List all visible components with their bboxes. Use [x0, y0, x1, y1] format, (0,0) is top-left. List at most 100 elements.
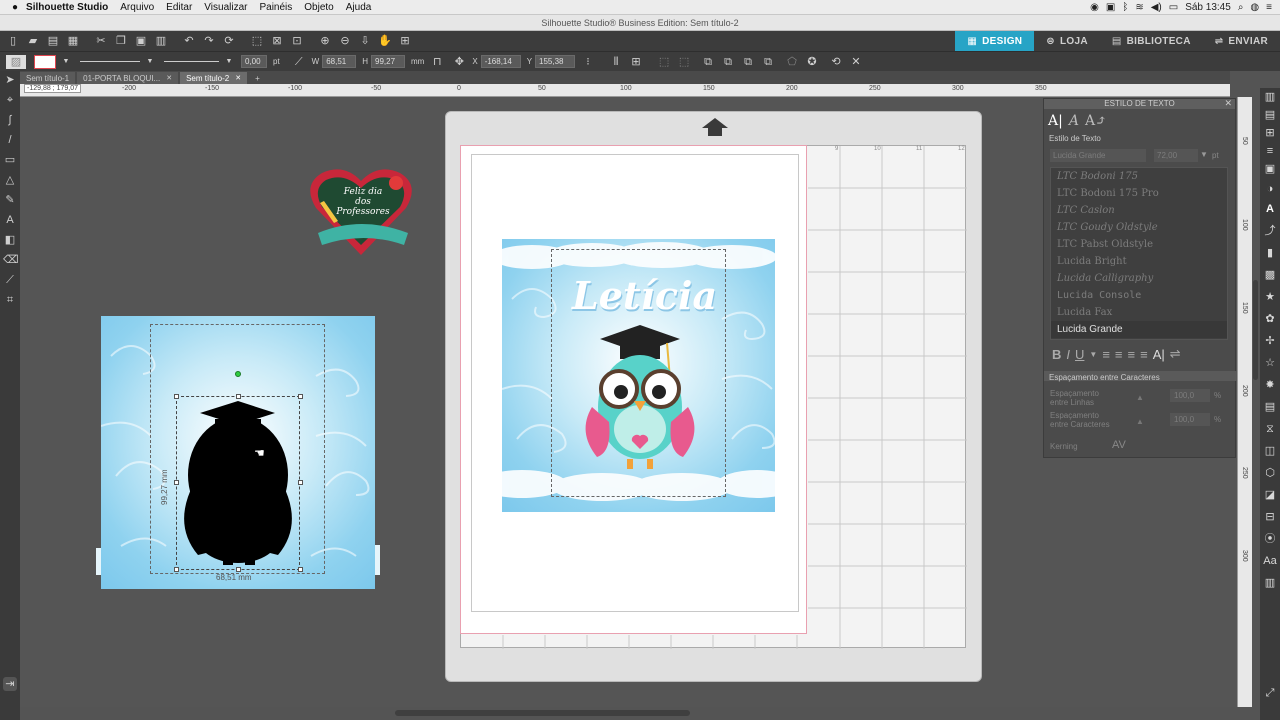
justify-icon[interactable]: ≡: [1140, 347, 1148, 362]
doc-tab-1[interactable]: Sem título-1: [20, 72, 76, 84]
line-tool-icon[interactable]: ⟋: [292, 55, 306, 69]
page-setup-icon[interactable]: ▥: [1263, 90, 1277, 104]
line-color-swatch[interactable]: [34, 54, 56, 69]
star-shape-icon[interactable]: ✪: [805, 55, 819, 69]
close-x-icon[interactable]: ✕: [849, 55, 863, 69]
save-icon[interactable]: ▤: [46, 34, 60, 48]
export-icon[interactable]: ⤢: [1263, 686, 1277, 700]
zoom-out-icon[interactable]: ⊖: [338, 34, 352, 48]
text-style-icon[interactable]: A: [1263, 202, 1277, 216]
list-icon[interactable]: ≡: [1266, 2, 1272, 13]
line-spacing-input[interactable]: 100,0: [1170, 389, 1210, 402]
slider-thumb-icon[interactable]: ▲: [1136, 417, 1144, 426]
replicate-icon[interactable]: ⟲: [829, 55, 843, 69]
deselect-icon[interactable]: ⊠: [270, 34, 284, 48]
font-list-item[interactable]: Lucida Calligraphy: [1051, 270, 1227, 287]
arrange-back-icon[interactable]: ⧉: [721, 55, 735, 69]
move-icon[interactable]: ✥: [452, 55, 466, 69]
font-list-item[interactable]: Lucida Console: [1051, 287, 1227, 304]
select-all-icon[interactable]: ⬚: [250, 34, 264, 48]
offset-icon[interactable]: ◫: [1263, 444, 1277, 458]
close-icon[interactable]: ✕: [235, 74, 241, 82]
resize-handle[interactable]: [174, 394, 179, 399]
delete-icon[interactable]: ▥: [154, 34, 168, 48]
slider-thumb-icon[interactable]: ▲: [1136, 393, 1144, 402]
zoom-in-icon[interactable]: ⊕: [318, 34, 332, 48]
text-flip-icon[interactable]: ⇌: [1170, 346, 1181, 362]
undo-icon[interactable]: ↶: [182, 34, 196, 48]
point-edit-icon[interactable]: ⌖: [3, 93, 17, 107]
fill-pattern-icon[interactable]: ▨: [6, 54, 26, 69]
replicate-panel-icon[interactable]: ✢: [1263, 334, 1277, 348]
menu-editar[interactable]: Editar: [166, 2, 192, 13]
text-style-tab-icon[interactable]: A|: [1048, 113, 1063, 129]
battery-icon[interactable]: ▭: [1169, 2, 1178, 13]
resize-handle[interactable]: [236, 567, 241, 572]
select-by-color-icon[interactable]: ⊡: [290, 34, 304, 48]
font-size-dropdown-icon[interactable]: ▼: [1200, 150, 1208, 159]
font-list-item-selected[interactable]: Lucida Grande: [1051, 321, 1227, 338]
center-icon[interactable]: ⊞: [629, 55, 643, 69]
font-list-item[interactable]: LTC Bodoni 175: [1051, 168, 1227, 185]
weld-icon[interactable]: ⬠: [785, 55, 799, 69]
fill-color-icon[interactable]: ▣: [1263, 162, 1277, 176]
send-backward-icon[interactable]: ⧉: [761, 55, 775, 69]
text-direction-icon[interactable]: A|: [1153, 347, 1165, 362]
rectangle-icon[interactable]: ▭: [3, 153, 17, 167]
height-input[interactable]: 99,27: [371, 55, 406, 68]
resize-handle[interactable]: [298, 394, 303, 399]
bring-forward-icon[interactable]: ⧉: [741, 55, 755, 69]
pan-hand-icon[interactable]: ✋: [378, 34, 392, 48]
open-folder-icon[interactable]: ▰: [26, 34, 40, 48]
eraser-icon[interactable]: ⌫: [3, 253, 19, 267]
wifi-icon[interactable]: ≋: [1135, 2, 1143, 13]
record-icon[interactable]: ◉: [1090, 2, 1099, 13]
layers-icon[interactable]: ▤: [1263, 400, 1277, 414]
transparency-icon[interactable]: ◑: [1263, 182, 1277, 196]
tab-biblioteca[interactable]: ▤ BIBLIOTECA: [1100, 31, 1203, 51]
group-icon[interactable]: ⬚: [657, 55, 671, 69]
pattern-icon[interactable]: ⦿: [1263, 532, 1277, 546]
ungroup-icon[interactable]: ⬚: [677, 55, 691, 69]
font-icon[interactable]: Aa: [1263, 554, 1277, 568]
shape-icon[interactable]: ⬡: [1263, 466, 1277, 480]
text-path-icon[interactable]: ⤴: [1263, 224, 1277, 238]
owl-card[interactable]: Letícia: [502, 239, 775, 512]
eyedropper-icon[interactable]: ⌗: [3, 293, 17, 307]
tray-app-icon[interactable]: ▣: [1106, 2, 1115, 13]
redraw-icon[interactable]: ⟳: [222, 34, 236, 48]
font-list[interactable]: LTC Bodoni 175 LTC Bodoni 175 Pro LTC Ca…: [1050, 167, 1228, 340]
clock[interactable]: Sáb 13:45: [1185, 2, 1231, 13]
tab-enviar[interactable]: ⇌ ENVIAR: [1203, 31, 1280, 51]
fill-bucket-icon[interactable]: ◧: [3, 233, 17, 247]
dropdown-arrow-icon[interactable]: ▼: [146, 55, 154, 69]
x-input[interactable]: -168,14: [480, 55, 521, 68]
kerning-button[interactable]: AV: [1112, 439, 1126, 451]
rotate-handle[interactable]: [235, 371, 241, 377]
align-icon[interactable]: ⫴: [609, 55, 623, 69]
teachers-day-sticker[interactable]: Feliz dia dos Professores: [308, 163, 414, 258]
knife-icon[interactable]: ⟋: [3, 273, 17, 287]
dropdown-arrow-icon[interactable]: ▼: [225, 55, 233, 69]
nest-icon[interactable]: ⊟: [1263, 510, 1277, 524]
trace-icon[interactable]: ◪: [1263, 488, 1277, 502]
apple-icon[interactable]: ●: [12, 2, 18, 13]
align-right-icon[interactable]: ≡: [1128, 347, 1136, 362]
menu-app-name[interactable]: Silhouette Studio: [26, 2, 108, 13]
paste-icon[interactable]: ▣: [134, 34, 148, 48]
star-icon[interactable]: ★: [1263, 290, 1277, 304]
barcode-icon[interactable]: ▮: [1263, 246, 1277, 260]
arrange-front-icon[interactable]: ⧉: [701, 55, 715, 69]
bold-button[interactable]: B: [1052, 347, 1061, 362]
line-icon[interactable]: /: [3, 133, 17, 147]
underline-button[interactable]: U: [1075, 347, 1084, 362]
dropdown-arrow-icon[interactable]: ▼: [62, 55, 70, 69]
zoom-select-icon[interactable]: ⇩: [358, 34, 372, 48]
text-icon[interactable]: A: [3, 213, 17, 227]
resize-handle[interactable]: [298, 480, 303, 485]
user-icon[interactable]: ◍: [1250, 2, 1259, 13]
font-list-item[interactable]: LTC Bodoni 175 Pro: [1051, 185, 1227, 202]
font-name-input[interactable]: Lucida Grande: [1050, 149, 1146, 162]
align-left-icon[interactable]: ≡: [1102, 347, 1110, 362]
doc-tab-3[interactable]: Sem título-2 ✕: [180, 72, 248, 84]
